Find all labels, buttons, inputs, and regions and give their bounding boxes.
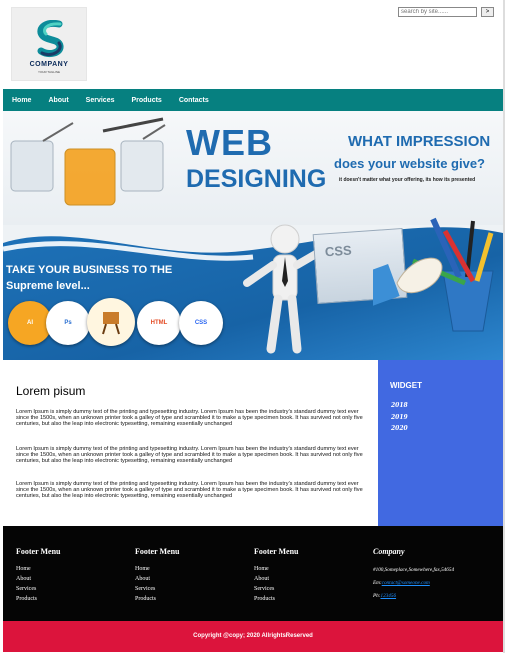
search-input[interactable] [398,7,477,17]
footer-link-services[interactable]: Services [254,584,299,594]
content-heading: Lorem pisum [16,384,86,398]
nav-about[interactable]: About [48,97,68,104]
footer-link-home[interactable]: Home [16,564,61,574]
content-paragraph: Lorem Ipsum is simply dummy text of the … [16,446,363,465]
company-email-row: Em:contact@someone.com [373,577,498,590]
footer-link-products[interactable]: Products [135,594,180,604]
footer-menu-title: Footer Menu [254,547,299,556]
footer-link-home[interactable]: Home [135,564,180,574]
footer-link-about[interactable]: About [16,574,61,584]
widget-link-2018[interactable]: 2018 [391,402,408,409]
banner-supreme-text: Supreme level... [6,280,90,292]
phone-link[interactable]: 123456 [381,593,397,599]
page: COMPANY YOUR TAGLINE > Home About Servic… [0,0,505,653]
footer-menu-title: Footer Menu [16,547,61,556]
logo-name: COMPANY [29,61,69,68]
banner-headline: WHAT IMPRESSION [348,133,491,150]
nav-services[interactable]: Services [86,97,115,104]
company-logo[interactable]: COMPANY YOUR TAGLINE [11,7,87,81]
design-tools-illustration [373,217,494,332]
banner-title-web: WEB [186,122,273,163]
css-board-label: CSS [324,242,353,260]
hero-banner: WEB DESIGNING WHAT IMPRESSION does your … [3,111,503,360]
banner-take-text: TAKE YOUR BUSINESS TO THE [6,264,173,276]
nav-home[interactable]: Home [12,97,31,104]
html5-icon: HTML [137,301,181,345]
glasses-illustration [10,117,166,206]
logo-s-icon [37,20,64,57]
footer-menu: Footer Menu Home About Services Products [16,547,61,604]
footer-menu: Footer Menu Home About Services Products [254,547,299,604]
nav-products[interactable]: Products [131,97,161,104]
widget-sidebar: WIDGET 2018 2019 2020 [378,360,503,526]
company-phone-row: Ph:123456 [373,590,498,603]
footer-link-about[interactable]: About [254,574,299,584]
banner-title-designing: DESIGNING [186,165,327,193]
footer-link-services[interactable]: Services [16,584,61,594]
footer: Footer Menu Home About Services Products… [3,526,503,621]
content-paragraph: Lorem Ipsum is simply dummy text of the … [16,481,363,500]
banner-subheadline: does your website give? [334,156,485,171]
copyright-bar: Copyright @copy; 2020 AllrightsReserved [3,621,503,652]
widget-title: WIDGET [390,381,422,390]
search-bar: > [398,7,494,17]
footer-link-products[interactable]: Products [16,594,61,604]
main-nav: Home About Services Products Contacts [3,89,503,111]
footer-company: Company #100,Someplace,Somewhere,fax,546… [373,547,498,603]
widget-link-2019[interactable]: 2019 [391,414,408,421]
css3-icon: CSS [179,301,223,345]
footer-link-home[interactable]: Home [254,564,299,574]
main-content: Lorem pisum Lorem Ipsum is simply dummy … [3,360,377,526]
banner-subline: it doesn't matter what your offering, it… [339,177,476,183]
email-label: Em: [373,580,382,586]
footer-link-services[interactable]: Services [135,584,180,594]
footer-menu-title: Footer Menu [135,547,180,556]
logo-tagline: YOUR TAGLINE [37,70,61,74]
3d-man-illustration [243,224,323,354]
company-address: #100,Someplace,Somewhere,fax,54654 [373,567,455,573]
email-link[interactable]: contact@someone.com [382,580,430,586]
phone-label: Ph: [373,593,381,599]
nav-contacts[interactable]: Contacts [179,97,209,104]
header: COMPANY YOUR TAGLINE > [0,0,503,89]
easel-icon [87,298,135,346]
footer-link-about[interactable]: About [135,574,180,584]
photoshop-icon: Ps [46,301,90,345]
content-paragraph: Lorem Ipsum is simply dummy text of the … [16,409,363,428]
footer-link-products[interactable]: Products [254,594,299,604]
widget-link-2020[interactable]: 2020 [391,425,408,432]
footer-menu: Footer Menu Home About Services Products [135,547,180,604]
company-title: Company [373,547,405,556]
search-button[interactable]: > [481,7,494,17]
